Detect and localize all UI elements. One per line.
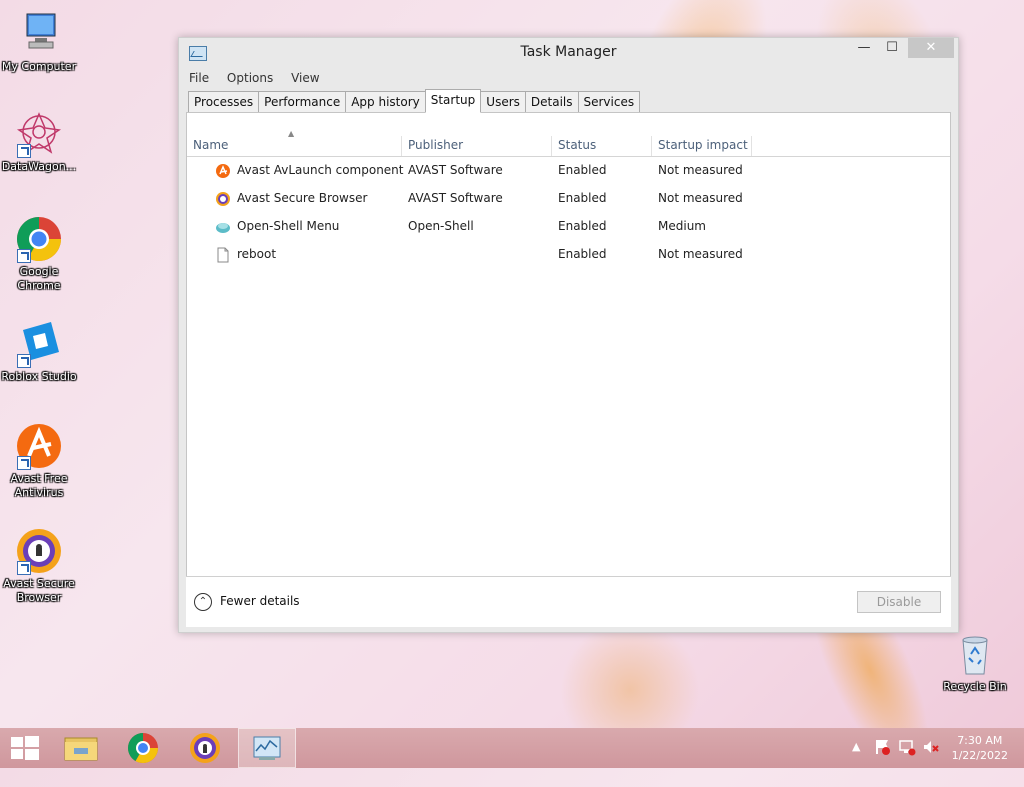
taskbar: ▲ 7:30 AM 1/22/2022 [0, 728, 1024, 768]
desktop-icon-label: Roblox Studio [1, 370, 77, 383]
file-icon [215, 247, 231, 263]
desktop-icon-recycle-bin[interactable]: Recycle Bin [936, 630, 1014, 694]
desktop-icon-label: Avast Secure Browser [3, 577, 75, 604]
row-impact: Not measured [658, 163, 743, 177]
roblox-studio-icon [15, 320, 63, 368]
disable-button[interactable]: Disable [857, 591, 941, 613]
menu-bar: File Options View [189, 71, 334, 87]
startup-rows: Avast AvLaunch component AVAST Software … [187, 157, 950, 269]
table-row[interactable]: Open-Shell Menu Open-Shell Enabled Mediu… [187, 213, 950, 241]
taskbar-chrome[interactable] [114, 728, 172, 768]
open-shell-icon [215, 219, 231, 235]
tab-users[interactable]: Users [480, 91, 526, 113]
avast-browser-icon [215, 191, 231, 207]
chrome-icon [15, 215, 63, 263]
tab-strip: Processes Performance App history Startu… [188, 89, 641, 113]
avast-browser-icon [15, 527, 63, 575]
desktop-icon-label: Avast Free Antivirus [10, 472, 68, 499]
action-center-flag-icon[interactable] [874, 738, 890, 759]
row-publisher: AVAST Software [408, 191, 503, 205]
column-header-startup-impact[interactable]: Startup impact [652, 136, 752, 156]
desktop-icon-label: Recycle Bin [943, 680, 1007, 693]
fewer-details-link[interactable]: Fewer details [220, 594, 300, 608]
desktop-icon-datawagon[interactable]: DataWagon... [0, 110, 78, 174]
clock-date: 1/22/2022 [951, 749, 1008, 762]
task-manager-icon [253, 736, 281, 760]
tab-services[interactable]: Services [577, 91, 641, 113]
table-row[interactable]: reboot Enabled Not measured [187, 241, 950, 269]
volume-muted-icon[interactable] [922, 738, 940, 759]
row-name: Open-Shell Menu [237, 219, 340, 233]
row-status: Enabled [558, 247, 607, 261]
window-title: Task Manager [520, 44, 617, 60]
maximize-button[interactable]: ☐ [879, 38, 905, 58]
tab-startup[interactable]: Startup [424, 89, 482, 113]
computer-icon [15, 10, 63, 58]
row-name: Avast Secure Browser [237, 191, 368, 205]
avast-browser-icon [190, 733, 220, 763]
menu-options[interactable]: Options [227, 71, 273, 85]
row-impact: Not measured [658, 247, 743, 261]
taskbar-avast-browser[interactable] [176, 728, 234, 768]
desktop-icon-label: My Computer [1, 60, 77, 73]
close-button[interactable]: ✕ [908, 38, 954, 58]
menu-view[interactable]: View [291, 71, 319, 85]
recycle-bin-icon [951, 630, 999, 678]
desktop-icon-label: Google Chrome [17, 265, 61, 292]
row-status: Enabled [558, 219, 607, 233]
table-row[interactable]: Avast AvLaunch component AVAST Software … [187, 157, 950, 185]
column-header-name[interactable]: Name [187, 136, 402, 156]
show-hidden-icons-button[interactable]: ▲ [852, 740, 860, 753]
column-header-status[interactable]: Status [552, 136, 652, 156]
avast-icon [15, 422, 63, 470]
desktop-icon-avast-secure-browser[interactable]: Avast Secure Browser [0, 527, 78, 605]
datawagon-icon [15, 110, 63, 158]
network-icon[interactable] [898, 738, 916, 759]
minimize-button[interactable]: — [851, 38, 877, 58]
windows-logo-icon [11, 736, 39, 760]
desktop-icon-my-computer[interactable]: My Computer [0, 10, 78, 74]
tab-performance[interactable]: Performance [258, 91, 347, 113]
task-manager-window: Task Manager — ☐ ✕ File Options View Pro… [178, 37, 959, 633]
tab-details[interactable]: Details [524, 91, 579, 113]
title-bar[interactable]: Task Manager — ☐ ✕ [179, 38, 958, 67]
desktop-icon-roblox-studio[interactable]: Roblox Studio [0, 320, 78, 384]
taskbar-file-explorer[interactable] [52, 728, 110, 768]
column-headers: Name Publisher Status Startup impact [187, 136, 950, 157]
row-status: Enabled [558, 191, 607, 205]
footer-bar: ⌃ Fewer details Disable [186, 576, 951, 627]
clock-time: 7:30 AM [957, 734, 1003, 747]
chevron-up-icon[interactable]: ⌃ [194, 593, 212, 611]
row-name: Avast AvLaunch component [237, 163, 404, 177]
avast-icon [215, 163, 231, 179]
row-impact: Medium [658, 219, 706, 233]
desktop-icon-google-chrome[interactable]: Google Chrome [0, 215, 78, 293]
column-header-publisher[interactable]: Publisher [402, 136, 552, 156]
tab-app-history[interactable]: App history [345, 91, 426, 113]
row-publisher: AVAST Software [408, 163, 503, 177]
folder-icon [64, 737, 98, 761]
row-status: Enabled [558, 163, 607, 177]
table-row[interactable]: Avast Secure Browser AVAST Software Enab… [187, 185, 950, 213]
row-publisher: Open-Shell [408, 219, 474, 233]
desktop-icon-label: DataWagon... [1, 160, 77, 173]
menu-file[interactable]: File [189, 71, 209, 85]
startup-list: ▲ Name Publisher Status Startup impact A… [186, 112, 951, 577]
desktop-icon-avast-free-antivirus[interactable]: Avast Free Antivirus [0, 422, 78, 500]
row-impact: Not measured [658, 191, 743, 205]
row-name: reboot [237, 247, 277, 261]
tab-processes[interactable]: Processes [188, 91, 260, 113]
start-button[interactable] [0, 728, 58, 768]
chrome-icon [128, 733, 158, 764]
taskbar-task-manager[interactable] [238, 728, 296, 768]
system-clock[interactable]: 7:30 AM 1/22/2022 [952, 733, 1008, 763]
